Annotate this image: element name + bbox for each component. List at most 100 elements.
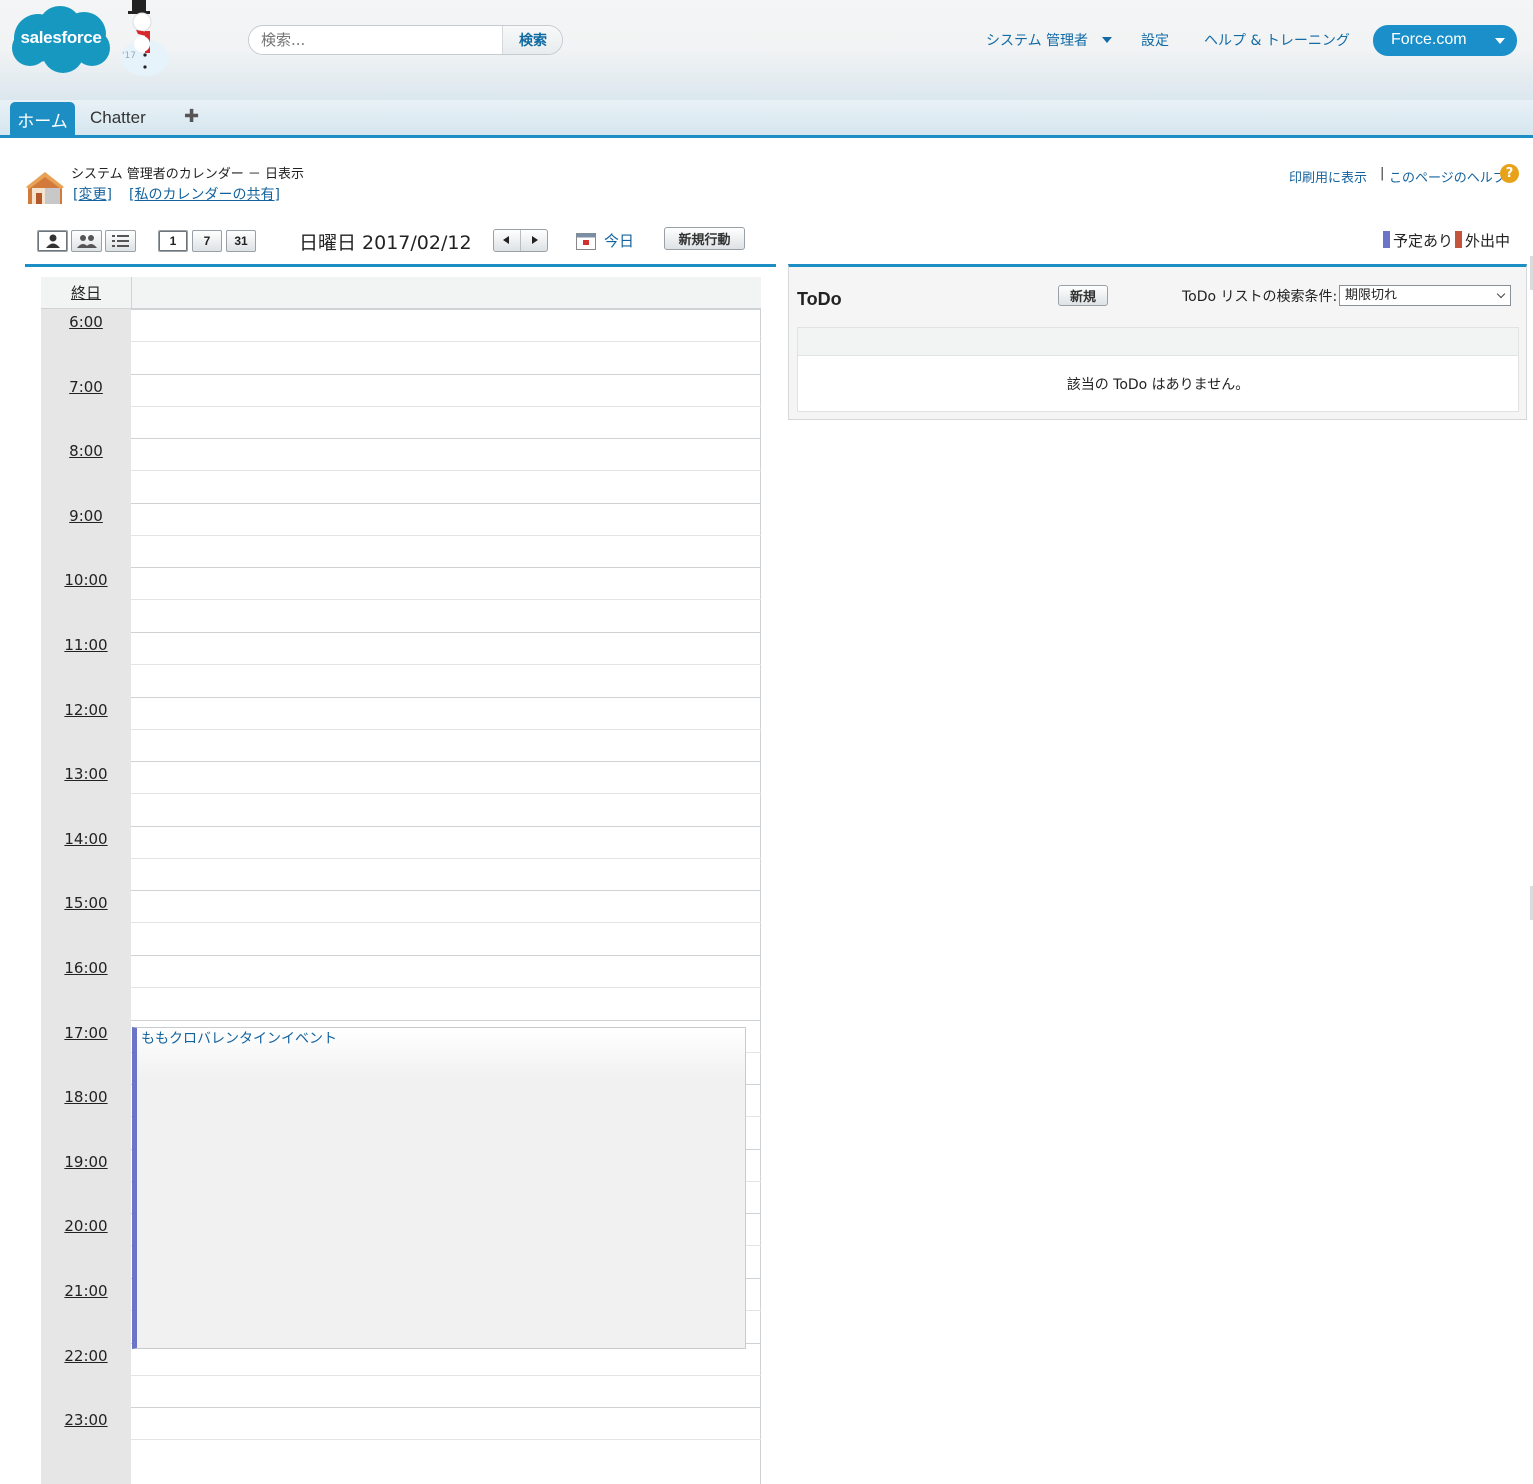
hour-row[interactable]: 7:00 (41, 373, 761, 439)
hour-label[interactable]: 20:00 (41, 1217, 131, 1235)
logo-text: salesforce (20, 28, 102, 47)
legend-out-swatch (1455, 231, 1462, 248)
hour-label[interactable]: 9:00 (41, 507, 131, 525)
search-button[interactable]: 検索 (502, 26, 562, 54)
hour-row[interactable]: 8:00 (41, 438, 761, 503)
todo-table-header (798, 328, 1518, 356)
hour-row[interactable]: 14:00 (41, 825, 761, 891)
hour-gridline (131, 632, 761, 633)
hour-row[interactable]: 11:00 (41, 632, 761, 697)
hour-label[interactable]: 8:00 (41, 442, 131, 460)
half-hour-gridline (131, 599, 761, 601)
hour-label[interactable]: 11:00 (41, 636, 131, 654)
hour-row[interactable]: 13:00 (41, 761, 761, 826)
search-input[interactable] (249, 26, 502, 54)
hour-row[interactable]: 16:00 (41, 955, 761, 1020)
hour-label[interactable]: 12:00 (41, 701, 131, 719)
home-icon (26, 172, 64, 204)
printable-view-link[interactable]: 印刷用に表示 (1289, 167, 1367, 186)
hour-gridline (131, 502, 761, 504)
hour-gridline (131, 696, 761, 698)
page-help-link[interactable]: このページのヘルプ (1389, 167, 1506, 186)
todo-filter-value: 期限切れ (1345, 288, 1398, 303)
legend-busy-swatch (1383, 231, 1390, 248)
mascot-year: '17 (122, 51, 136, 61)
event-title[interactable]: ももクロバレンタインイベント (141, 1028, 337, 1048)
half-hour-gridline (131, 922, 761, 924)
hour-gridline (131, 825, 761, 827)
todo-panel: ToDo 新規 ToDo リストの検索条件: 期限切れ 該当の ToDo はあり… (788, 264, 1527, 420)
hour-row[interactable]: 12:00 (41, 696, 761, 762)
add-tab-icon[interactable]: ✚ (184, 106, 199, 127)
hour-label[interactable]: 13:00 (41, 765, 131, 783)
new-todo-button[interactable]: 新規 (1058, 285, 1108, 306)
hour-label[interactable]: 18:00 (41, 1088, 131, 1106)
hour-label[interactable]: 10:00 (41, 571, 131, 589)
half-hour-gridline (131, 987, 761, 988)
today-link[interactable]: 今日 (604, 230, 634, 251)
arrow-left-icon (503, 236, 509, 244)
tab-chatter[interactable]: Chatter (90, 108, 146, 128)
hour-row[interactable]: 22:00 (41, 1342, 761, 1408)
list-view-icon (111, 235, 129, 247)
hour-row[interactable]: 23:00 (41, 1407, 761, 1472)
hour-gridline (131, 1407, 761, 1409)
hour-gridline (131, 309, 761, 310)
all-day-row[interactable]: 終日 (41, 277, 761, 309)
half-hour-gridline (131, 793, 761, 795)
link-separator: | (1380, 166, 1385, 181)
hour-label[interactable]: 6:00 (41, 313, 131, 331)
next-day-button[interactable] (521, 230, 548, 251)
hour-label[interactable]: 23:00 (41, 1411, 131, 1429)
hour-label[interactable]: 17:00 (41, 1024, 131, 1042)
arrow-right-icon (532, 236, 538, 244)
single-user-view-button[interactable] (37, 230, 68, 252)
tab-home[interactable]: ホーム (10, 102, 75, 136)
hour-label[interactable]: 22:00 (41, 1347, 131, 1365)
help-training-link[interactable]: ヘルプ & トレーニング (1204, 30, 1350, 50)
all-day-label[interactable]: 終日 (41, 277, 131, 309)
half-hour-gridline (131, 728, 761, 730)
hour-label[interactable]: 7:00 (41, 378, 131, 396)
previous-day-button[interactable] (494, 230, 521, 251)
user-menu-caret-icon[interactable] (1102, 37, 1112, 43)
multi-user-view-button[interactable] (71, 230, 102, 252)
list-view-button[interactable] (105, 230, 136, 252)
new-event-button[interactable]: 新規行動 (664, 227, 745, 250)
hour-label[interactable]: 14:00 (41, 830, 131, 848)
user-menu[interactable]: システム 管理者 (986, 30, 1088, 50)
share-calendar-link[interactable]: [私のカレンダーの共有] (129, 184, 280, 204)
hour-gridline (131, 567, 761, 569)
help-icon[interactable]: ? (1500, 164, 1519, 183)
todo-filter-label: ToDo リストの検索条件: (1182, 289, 1338, 305)
hour-row[interactable]: 15:00 (41, 890, 761, 955)
global-header: salesforce '17 検索 システム 管理者 設定 ヘルプ & トレーニ… (0, 0, 1533, 100)
half-hour-gridline (131, 1374, 761, 1376)
date-navigation (493, 229, 548, 252)
setup-link[interactable]: 設定 (1141, 30, 1169, 50)
hour-label[interactable]: 16:00 (41, 959, 131, 977)
month-view-button[interactable]: 31 (226, 230, 256, 252)
calendar-icon[interactable] (576, 232, 596, 250)
week-view-button[interactable]: 7 (192, 230, 222, 252)
hour-label[interactable]: 19:00 (41, 1153, 131, 1171)
hour-label[interactable]: 15:00 (41, 894, 131, 912)
hour-row[interactable]: 10:00 (41, 567, 761, 632)
todo-table: 該当の ToDo はありません。 (797, 327, 1519, 412)
day-view-button[interactable]: 1 (158, 230, 188, 252)
hour-row[interactable]: 6:00 (41, 309, 761, 374)
tab-bar: ホーム Chatter ✚ (0, 100, 1533, 138)
hour-row[interactable]: 9:00 (41, 502, 761, 568)
change-link[interactable]: [変更] (73, 184, 112, 204)
snowman-mascot-icon: '17 (121, 0, 169, 76)
todo-filter-select[interactable]: 期限切れ (1339, 285, 1511, 306)
hour-gridline (131, 890, 761, 892)
half-hour-gridline (131, 405, 761, 407)
app-menu-button[interactable]: Force.com (1373, 25, 1517, 56)
search-box: 検索 (248, 25, 563, 55)
calendar-panel: 終日 6:00 7:00 8:00 9:00 10:00 11:00 12:00 13:00 1… (25, 264, 776, 1484)
hour-label[interactable]: 21:00 (41, 1282, 131, 1300)
calendar-event[interactable]: ももクロバレンタインイベント (132, 1027, 746, 1349)
half-hour-gridline (131, 534, 761, 536)
current-date-label: 日曜日 2017/02/12 (299, 232, 472, 254)
